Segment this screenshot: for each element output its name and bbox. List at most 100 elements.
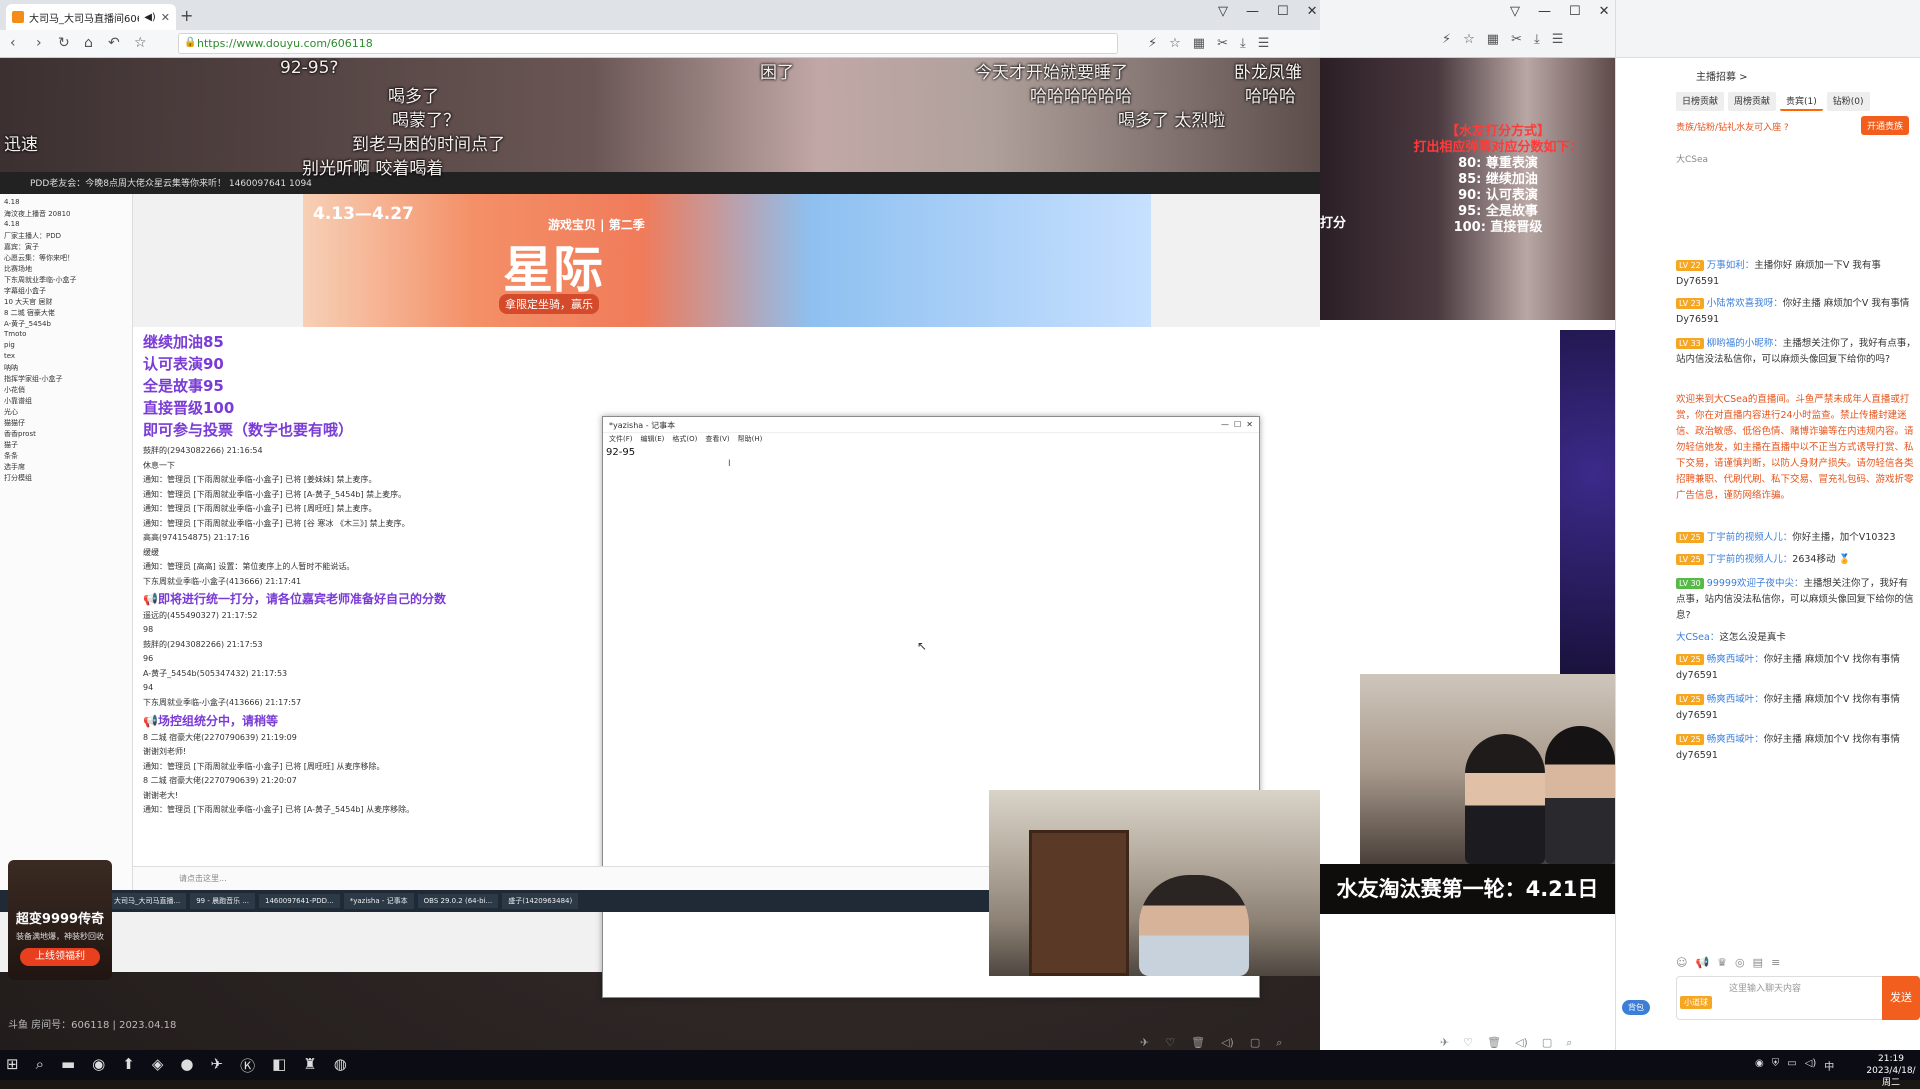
second-apps-icon[interactable]: ▦: [1487, 32, 1499, 47]
channel-entry[interactable]: 比赛场地: [4, 264, 128, 275]
favorite-icon[interactable]: ☆: [1169, 36, 1181, 51]
tab-douyu[interactable]: 大司马_大司马直播间6067 ◀) ✕: [6, 4, 176, 30]
chat-username[interactable]: 丁宇前的视频人儿：: [1707, 554, 1793, 565]
second-minimize-button[interactable]: —: [1538, 4, 1551, 19]
chat-username[interactable]: 畅爽西域叶：: [1707, 654, 1764, 665]
reload-icon[interactable]: ↻: [58, 35, 70, 51]
menu-icon[interactable]: ☰: [1258, 36, 1270, 51]
tray-app-icon[interactable]: ◉: [1755, 1058, 1764, 1073]
streamer-recruit-link[interactable]: 主播招募 >: [1696, 68, 1748, 83]
apps-icon[interactable]: ▦: [1193, 36, 1205, 51]
new-tab-button[interactable]: +: [180, 6, 193, 25]
start-icon[interactable]: ⊞: [6, 1055, 19, 1076]
netease-icon[interactable]: ●: [180, 1055, 193, 1076]
second-share-icon[interactable]: ✈: [1440, 1036, 1449, 1050]
yy-icon[interactable]: ◈: [152, 1055, 164, 1076]
notepad-menu-item[interactable]: 查看(V): [705, 434, 729, 444]
second-zoom-icon[interactable]: ⌕: [1566, 1036, 1572, 1050]
maximize-button[interactable]: ☐: [1277, 4, 1289, 19]
rank-tab[interactable]: 钻粉(0): [1826, 92, 1870, 111]
chat-username[interactable]: 柳哟福的小昵称：: [1707, 338, 1783, 349]
channel-entry[interactable]: 厂家主播人：PDD: [4, 231, 128, 242]
obs-icon[interactable]: ◉: [92, 1055, 105, 1076]
second-download-icon[interactable]: ▽: [1510, 4, 1520, 19]
close-tab-icon[interactable]: ✕: [161, 11, 170, 24]
vip-button[interactable]: 开通贵族: [1861, 116, 1910, 135]
channel-entry[interactable]: 嘉宾：寅子: [4, 242, 128, 253]
channel-entry[interactable]: 猫子: [4, 440, 128, 451]
tray-shield-icon[interactable]: ⛨: [1772, 1058, 1780, 1073]
app-icon[interactable]: ⬆: [122, 1055, 135, 1076]
download-icon[interactable]: ▽: [1218, 4, 1228, 19]
chat-username[interactable]: 畅爽西域叶：: [1707, 694, 1764, 705]
channel-entry[interactable]: tex: [4, 352, 128, 363]
chat-username[interactable]: 大CSea：: [1676, 632, 1719, 643]
channel-entry[interactable]: 小靠谱组: [4, 396, 128, 407]
captured-taskbar-item[interactable]: OBS 29.0.2 (64-bi...: [417, 894, 499, 908]
search-icon[interactable]: ⌕: [36, 1055, 44, 1076]
stream-video[interactable]: PDD老友会：今晚8点周大佬众星云集等你来听！ 1460097641 1094 …: [0, 58, 1320, 1050]
ad-button[interactable]: 上线领福利: [20, 948, 100, 966]
notepad-menu-item[interactable]: 文件(F): [609, 434, 633, 444]
second-maximize-button[interactable]: ☐: [1569, 4, 1581, 19]
url-field[interactable]: 🔒 https://www.douyu.com/606118: [178, 33, 1118, 54]
captured-taskbar-item[interactable]: *yazisha - 记事本: [343, 893, 414, 909]
game-icon[interactable]: ◧: [272, 1055, 286, 1076]
channel-entry[interactable]: 打分模组: [4, 473, 128, 484]
volume-icon[interactable]: ◁): [1221, 1036, 1234, 1050]
network-icon[interactable]: ▭: [1787, 1058, 1796, 1073]
folder-icon[interactable]: ▬: [61, 1055, 75, 1076]
channel-entry[interactable]: 呐呐: [4, 363, 128, 374]
minimize-button[interactable]: —: [1246, 4, 1259, 19]
download-arrow-icon[interactable]: ⤓: [1240, 36, 1246, 51]
home-icon[interactable]: ⌂: [84, 35, 93, 51]
back-icon[interactable]: ‹: [10, 35, 16, 51]
wow-icon[interactable]: ♜: [303, 1055, 316, 1076]
second-screen-icon[interactable]: ▢: [1542, 1036, 1552, 1050]
channel-entry[interactable]: 光心: [4, 407, 128, 418]
second-download-arrow-icon[interactable]: ⤓: [1534, 32, 1540, 47]
gift-icon[interactable]: ♛: [1717, 956, 1727, 969]
clock[interactable]: 21:19 2023/4/18/周二: [1862, 1053, 1920, 1089]
channel-entry[interactable]: 指挥学家组-小盒子: [4, 374, 128, 385]
rank-tab[interactable]: 周榜贡献: [1728, 92, 1777, 111]
captured-taskbar-item[interactable]: 大司马_大司马直播...: [108, 893, 187, 909]
channel-entry[interactable]: 字幕组小盒子: [4, 286, 128, 297]
chat-username[interactable]: 万事如利：: [1707, 260, 1755, 271]
fan-icon[interactable]: ◎: [1735, 956, 1745, 969]
notepad-menu-item[interactable]: 帮助(H): [738, 434, 763, 444]
chat-username[interactable]: 99999欢迎子夜中尖：: [1707, 578, 1804, 589]
channel-entry[interactable]: 选手席: [4, 462, 128, 473]
steam-icon[interactable]: ✈: [210, 1055, 223, 1076]
list-icon[interactable]: ≡: [1771, 956, 1780, 969]
chat-username[interactable]: 丁宇前的视频人儿：: [1707, 532, 1793, 543]
lightning-icon[interactable]: ⚡: [1148, 36, 1157, 51]
chat-username[interactable]: 小陆常欢喜我呀：: [1707, 298, 1783, 309]
trash-icon[interactable]: 🗑: [1191, 1036, 1205, 1050]
notepad-menu-item[interactable]: 格式(O): [672, 434, 697, 444]
yy-chat-input[interactable]: 请点击这里...: [133, 866, 990, 890]
speaker-icon[interactable]: ◁): [1805, 1058, 1817, 1073]
channel-entry[interactable]: 8 二城 宿豪大佬: [4, 308, 128, 319]
channel-entry[interactable]: 10 大天官 居财: [4, 297, 128, 308]
second-heart-icon[interactable]: ♡: [1463, 1036, 1473, 1050]
channel-entry[interactable]: A-黄子_5454b: [4, 319, 128, 330]
notepad-menu-item[interactable]: 编辑(E): [641, 434, 665, 444]
close-button[interactable]: ✕: [1307, 4, 1318, 19]
small-bar-button[interactable]: 小道球: [1680, 996, 1712, 1009]
zoom-icon[interactable]: ⌕: [1276, 1036, 1282, 1050]
channel-entry[interactable]: 小花俏: [4, 385, 128, 396]
chrome-icon[interactable]: ◍: [334, 1055, 347, 1076]
captured-taskbar-item[interactable]: 99 - 晨跑音乐 ...: [190, 893, 255, 909]
game-ad[interactable]: 超变9999传奇 装备满地爆，神装秒回收 上线领福利: [8, 860, 112, 980]
channel-entry[interactable]: 4.18: [4, 220, 128, 231]
channel-entry[interactable]: 心愿云集：等你来吧！: [4, 253, 128, 264]
undo-icon[interactable]: ↶: [108, 35, 120, 51]
rank-tab[interactable]: 日榜贡献: [1676, 92, 1725, 111]
share-icon[interactable]: ✈: [1140, 1036, 1149, 1050]
star-icon[interactable]: ☆: [134, 35, 147, 51]
captured-taskbar-item[interactable]: 盛子(1420963484): [502, 893, 579, 909]
channel-entry[interactable]: Tmoto: [4, 330, 128, 341]
channel-entry[interactable]: 海汶夜上播音 20810: [4, 209, 128, 220]
second-close-button[interactable]: ✕: [1599, 4, 1610, 19]
